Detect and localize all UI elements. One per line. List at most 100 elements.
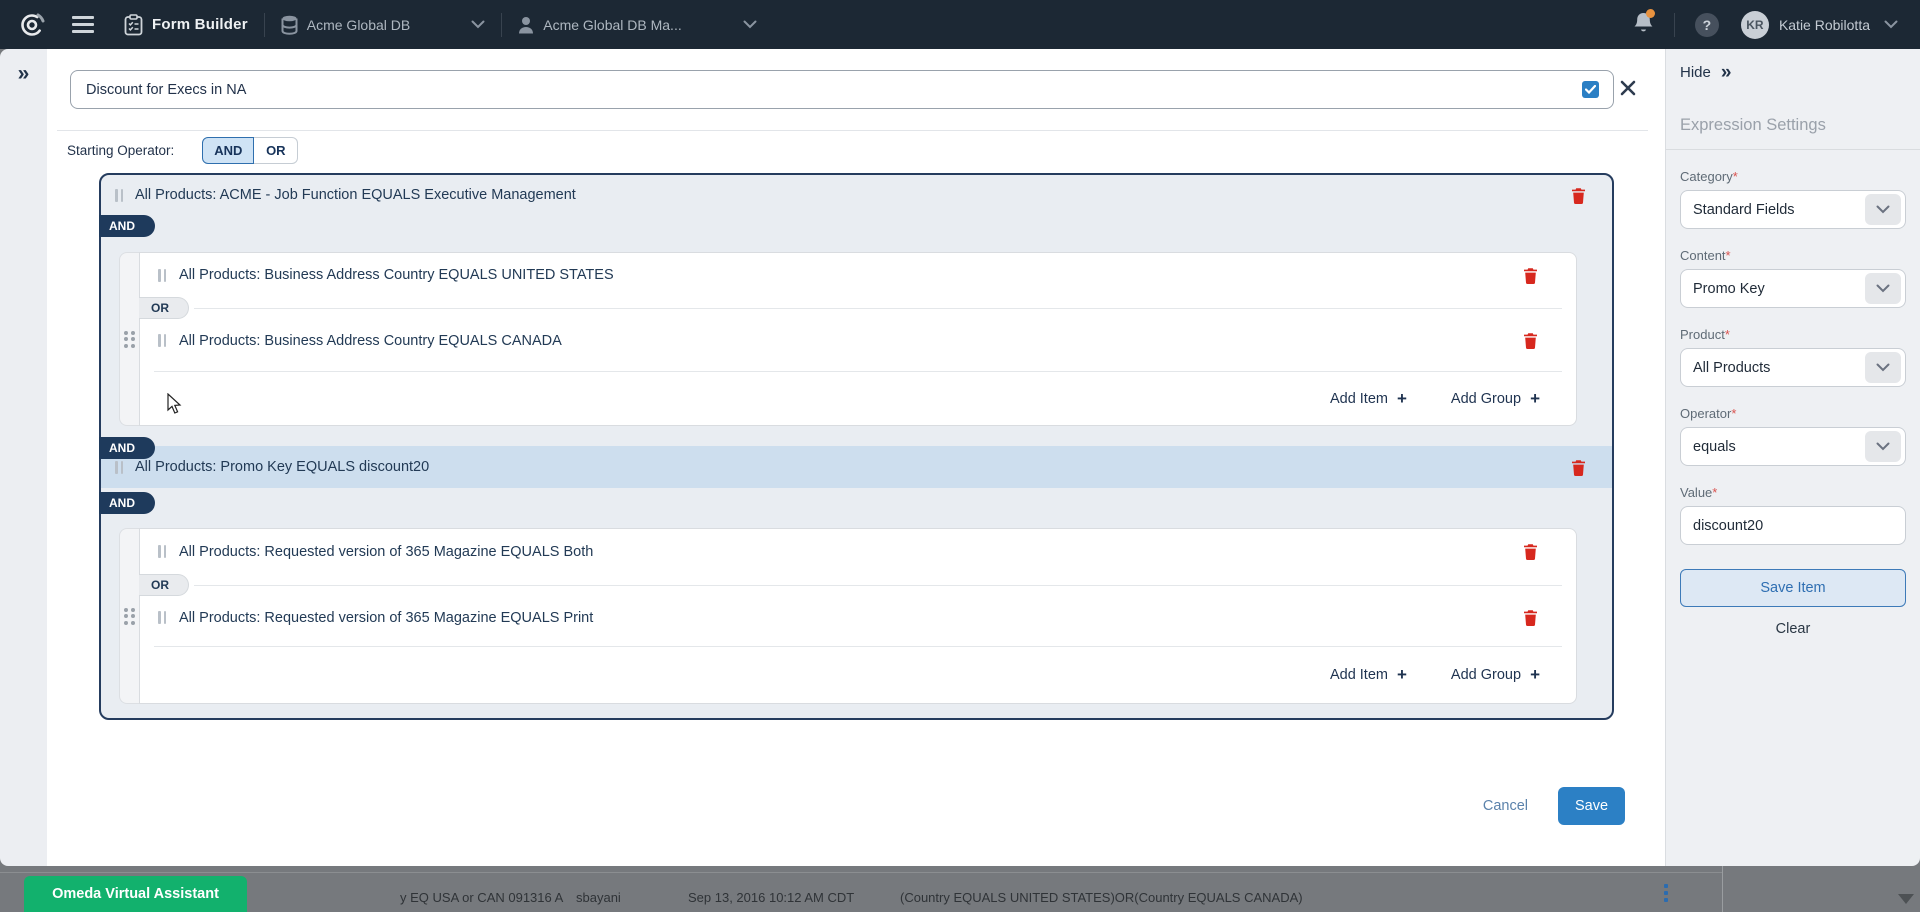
starting-operator-or-button[interactable]: OR [254, 137, 298, 164]
user-avatar[interactable]: KR [1741, 11, 1769, 39]
omeda-logo-icon[interactable] [0, 10, 64, 40]
background-cell-name: y EQ USA or CAN 091316 A [400, 890, 563, 905]
expression-item-row[interactable]: All Products: ACME - Job Function EQUALS… [101, 175, 1612, 215]
help-icon[interactable]: ? [1695, 13, 1719, 37]
plus-icon: + [1530, 665, 1540, 685]
expand-panel-icon[interactable]: » [18, 62, 30, 85]
expression-item-row[interactable]: All Products: Requested version of 365 M… [140, 596, 1576, 639]
or-divider-line [194, 585, 1562, 586]
plus-icon: + [1397, 389, 1407, 409]
expression-item-text: All Products: Business Address Country E… [179, 333, 562, 349]
expression-item-text: All Products: Requested version of 365 M… [179, 544, 593, 560]
operator-label: Operator* [1680, 406, 1906, 421]
chevron-down-icon [743, 20, 757, 29]
save-item-button[interactable]: Save Item [1680, 569, 1906, 607]
background-cell-creator: sbayani [576, 890, 621, 905]
or-operator-badge: OR [139, 297, 189, 319]
category-label: Category* [1680, 169, 1906, 184]
chevron-down-icon [1865, 352, 1901, 383]
chevron-down-icon [1865, 194, 1901, 225]
add-item-button[interactable]: Add Item + [1330, 665, 1407, 685]
drag-handle-icon[interactable] [158, 611, 166, 624]
add-group-button[interactable]: Add Group + [1451, 389, 1540, 409]
drag-handle-icon[interactable] [158, 269, 166, 282]
scroll-down-triangle-icon [1898, 894, 1914, 904]
delete-item-icon[interactable] [1520, 331, 1540, 351]
top-navbar: Form Builder Acme Global DB Acme Global … [0, 0, 1920, 49]
close-icon[interactable] [1620, 80, 1638, 98]
collapsed-left-panel: » [0, 49, 47, 866]
builder-main-area: Starting Operator: AND OR All Products: … [47, 49, 1665, 866]
value-input[interactable] [1680, 506, 1906, 545]
database-selector-value: Acme Global DB [307, 17, 410, 33]
form-builder-clipboard-icon [124, 14, 143, 36]
panel-divider [1666, 149, 1920, 150]
operator-select[interactable]: equals [1680, 427, 1906, 466]
category-select[interactable]: Standard Fields [1680, 190, 1906, 229]
delete-item-icon[interactable] [1520, 542, 1540, 562]
starting-operator-toggle: AND OR [202, 137, 298, 164]
background-column-divider [1722, 866, 1723, 912]
omeda-virtual-assistant-button[interactable]: Omeda Virtual Assistant [24, 876, 247, 912]
cancel-button[interactable]: Cancel [1483, 798, 1528, 814]
expression-item-row[interactable]: All Products: Business Address Country E… [140, 253, 1576, 297]
expression-name-input[interactable] [70, 70, 1614, 109]
user-menu-chevron-icon[interactable] [1884, 20, 1898, 29]
clear-button[interactable]: Clear [1680, 621, 1906, 637]
title-divider [57, 130, 1648, 131]
user-name: Katie Robilotta [1779, 17, 1870, 33]
starting-operator-and-button[interactable]: AND [202, 137, 254, 164]
add-group-button[interactable]: Add Group + [1451, 665, 1540, 685]
and-operator-badge: AND [99, 437, 155, 459]
form-builder-modal: » Starting Operator: AND OR All Products… [0, 49, 1920, 866]
drag-handle-icon[interactable] [115, 461, 123, 474]
add-item-button[interactable]: Add Item + [1330, 389, 1407, 409]
app-title-item[interactable]: Form Builder [124, 14, 248, 36]
panel-title: Expression Settings [1680, 116, 1906, 135]
profile-selector-value: Acme Global DB Ma... [543, 17, 682, 33]
expression-item-text: All Products: Promo Key EQUALS discount2… [135, 459, 429, 475]
expression-item-row[interactable]: All Products: Requested version of 365 M… [140, 529, 1576, 574]
expression-item-row[interactable]: All Products: Business Address Country E… [140, 319, 1576, 362]
group-drag-handle[interactable] [119, 252, 139, 426]
product-select[interactable]: All Products [1680, 348, 1906, 387]
subgroup-1: All Products: Business Address Country E… [119, 252, 1577, 426]
group-drag-handle[interactable] [119, 528, 139, 704]
hamburger-menu-icon[interactable] [72, 16, 94, 33]
notification-dot [1646, 9, 1655, 18]
delete-item-icon[interactable] [1568, 185, 1588, 205]
row-kebab-menu-icon[interactable] [1664, 884, 1668, 902]
selected-expression-item-row[interactable]: All Products: Promo Key EQUALS discount2… [101, 446, 1612, 488]
hide-panel-button[interactable]: Hide » [1680, 63, 1906, 82]
notifications-bell-icon[interactable] [1633, 11, 1654, 39]
product-label: Product* [1680, 327, 1906, 342]
name-checkbox[interactable] [1582, 81, 1599, 98]
starting-operator-label: Starting Operator: [67, 143, 174, 158]
plus-icon: + [1397, 665, 1407, 685]
content-select[interactable]: Promo Key [1680, 269, 1906, 308]
database-selector[interactable]: Acme Global DB [281, 15, 485, 35]
background-cell-date: Sep 13, 2016 10:12 AM CDT [688, 890, 854, 905]
nav-divider [501, 13, 502, 37]
delete-item-icon[interactable] [1520, 265, 1540, 285]
background-cell-description: (Country EQUALS UNITED STATES)OR(Country… [900, 890, 1303, 905]
database-icon [281, 15, 298, 35]
dimmed-background-row: y EQ USA or CAN 091316 A sbayani Sep 13,… [0, 866, 1920, 912]
chevron-down-icon [1865, 273, 1901, 304]
grip-dots-icon [124, 608, 135, 625]
save-button[interactable]: Save [1558, 787, 1625, 825]
delete-item-icon[interactable] [1520, 608, 1540, 628]
drag-handle-icon[interactable] [158, 334, 166, 347]
profile-selector[interactable]: Acme Global DB Ma... [518, 16, 757, 34]
and-operator-badge: AND [99, 492, 155, 514]
plus-icon: + [1530, 389, 1540, 409]
content-label: Content* [1680, 248, 1906, 263]
nav-divider [1674, 13, 1675, 37]
expression-item-text: All Products: Business Address Country E… [179, 267, 614, 283]
background-row-divider [0, 872, 1722, 873]
drag-handle-icon[interactable] [115, 189, 123, 202]
drag-handle-icon[interactable] [158, 545, 166, 558]
delete-item-icon[interactable] [1568, 457, 1588, 477]
or-operator-badge: OR [139, 574, 189, 596]
double-chevron-right-icon: » [1721, 63, 1732, 82]
